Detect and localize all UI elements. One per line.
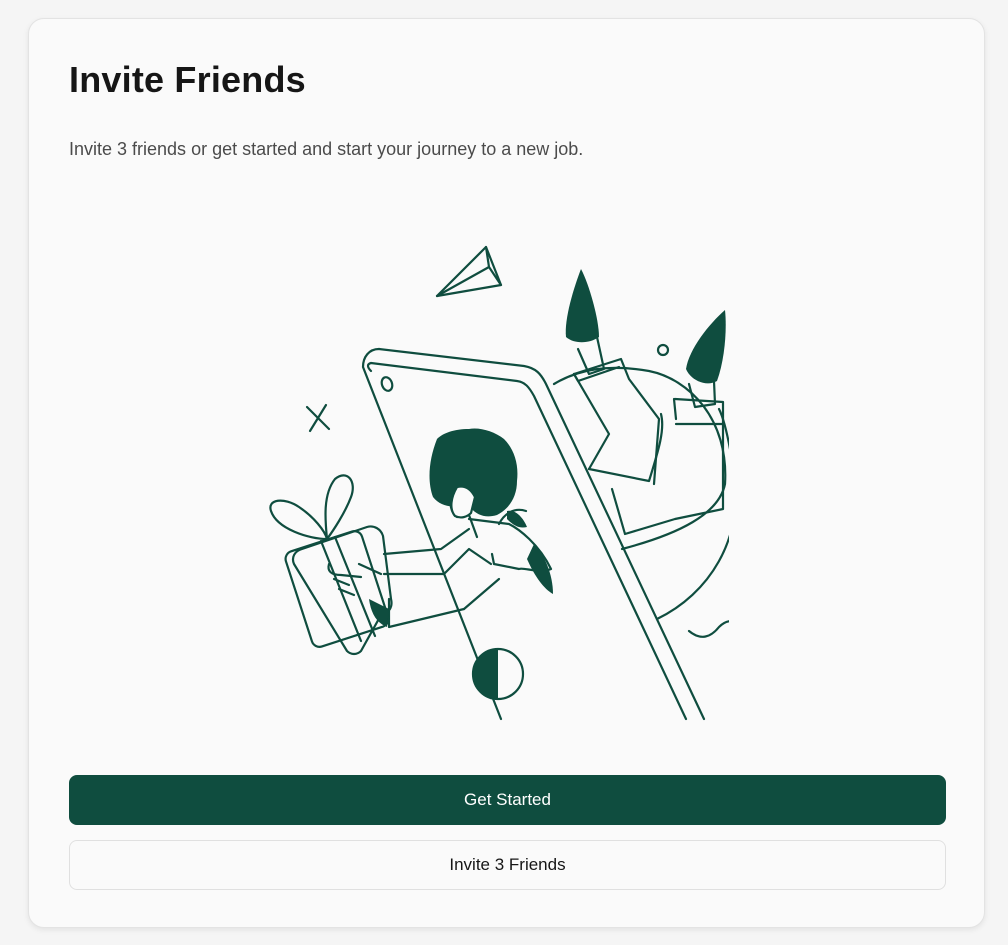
squiggle-icon (687, 620, 729, 638)
get-started-label: Get Started (464, 790, 551, 809)
invite-friends-button[interactable]: Invite 3 Friends (69, 840, 946, 890)
small-dot-icon (656, 343, 670, 357)
paper-plane-icon (435, 245, 503, 298)
get-started-button[interactable]: Get Started (69, 775, 946, 825)
invite-illustration (269, 245, 729, 721)
background-circle (552, 366, 727, 551)
gift-icon (269, 474, 393, 656)
left-shoe (565, 269, 599, 343)
invite-card: Invite Friends Invite 3 friends or get s… (28, 18, 985, 928)
page-title: Invite Friends (69, 59, 306, 100)
description-text: Invite 3 friends or get started and star… (69, 139, 584, 159)
right-shoe (686, 310, 726, 384)
arms (327, 527, 501, 629)
phone-frame (361, 347, 706, 721)
invite-friends-label: Invite 3 Friends (449, 855, 566, 874)
sparkle-cross-icon (305, 403, 331, 433)
